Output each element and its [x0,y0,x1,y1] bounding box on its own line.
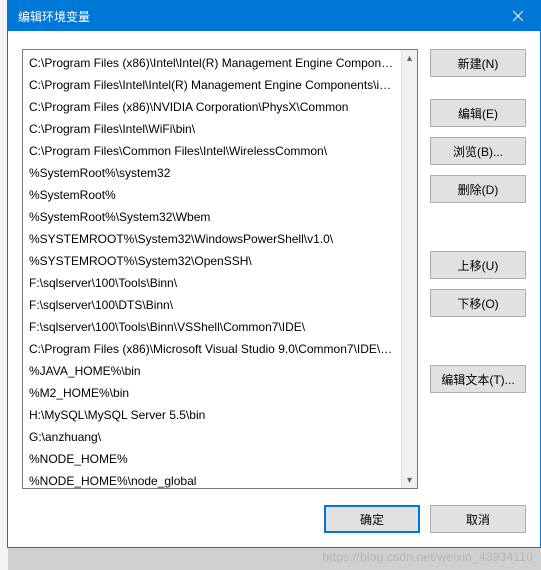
list-item[interactable]: %JAVA_HOME%\bin [23,360,401,382]
list-item[interactable]: H:\MySQL\MySQL Server 5.5\bin [23,404,401,426]
dialog-content: C:\Program Files (x86)\Intel\Intel(R) Ma… [8,31,540,547]
scroll-down-icon[interactable]: ▾ [402,472,417,488]
list-item[interactable]: %SystemRoot%\System32\Wbem [23,206,401,228]
list-item[interactable]: G:\anzhuang\ [23,426,401,448]
move-down-button[interactable]: 下移(O) [430,289,526,317]
edit-text-button[interactable]: 编辑文本(T)... [430,365,526,393]
main-row: C:\Program Files (x86)\Intel\Intel(R) Ma… [22,49,526,489]
ok-button[interactable]: 确定 [324,505,420,533]
list-item[interactable]: C:\Program Files\Intel\WiFi\bin\ [23,118,401,140]
list-item[interactable]: %SystemRoot% [23,184,401,206]
vertical-scrollbar[interactable]: ▴ ▾ [401,50,417,488]
watermark-text: https://blog.csdn.net/weixin_43934110 [322,550,533,564]
move-up-button[interactable]: 上移(U) [430,251,526,279]
spacer [430,213,526,241]
list-item[interactable]: %NODE_HOME%\node_global [23,470,401,488]
list-item[interactable]: C:\Program Files (x86)\NVIDIA Corporatio… [23,96,401,118]
list-item[interactable]: C:\Program Files\Common Files\Intel\Wire… [23,140,401,162]
spacer [430,87,526,89]
button-column: 新建(N) 编辑(E) 浏览(B)... 删除(D) 上移(U) 下移(O) 编… [430,49,526,489]
close-icon [513,11,523,21]
new-button[interactable]: 新建(N) [430,49,526,77]
list-inner: C:\Program Files (x86)\Intel\Intel(R) Ma… [23,50,401,488]
edit-button[interactable]: 编辑(E) [430,99,526,127]
list-item[interactable]: C:\Program Files\Intel\Intel(R) Manageme… [23,74,401,96]
close-button[interactable] [495,1,540,31]
list-item[interactable]: F:\sqlserver\100\DTS\Binn\ [23,294,401,316]
cancel-button[interactable]: 取消 [430,505,526,533]
delete-button[interactable]: 删除(D) [430,175,526,203]
titlebar: 编辑环境变量 [8,1,540,31]
list-item[interactable]: %SYSTEMROOT%\System32\OpenSSH\ [23,250,401,272]
list-item[interactable]: %SystemRoot%\system32 [23,162,401,184]
list-item[interactable]: F:\sqlserver\100\Tools\Binn\ [23,272,401,294]
list-item[interactable]: F:\sqlserver\100\Tools\Binn\VSShell\Comm… [23,316,401,338]
list-item[interactable]: %NODE_HOME% [23,448,401,470]
dialog-window: 编辑环境变量 C:\Program Files (x86)\Intel\Inte… [7,0,541,548]
list-item[interactable]: C:\Program Files (x86)\Intel\Intel(R) Ma… [23,52,401,74]
list-item[interactable]: C:\Program Files (x86)\Microsoft Visual … [23,338,401,360]
list-item[interactable]: %SYSTEMROOT%\System32\WindowsPowerShell\… [23,228,401,250]
scroll-up-icon[interactable]: ▴ [402,50,417,66]
browse-button[interactable]: 浏览(B)... [430,137,526,165]
window-title: 编辑环境变量 [18,8,90,25]
list-item[interactable]: %M2_HOME%\bin [23,382,401,404]
path-listbox[interactable]: C:\Program Files (x86)\Intel\Intel(R) Ma… [22,49,418,489]
spacer [430,327,526,355]
bottom-button-row: 确定 取消 [22,489,526,533]
